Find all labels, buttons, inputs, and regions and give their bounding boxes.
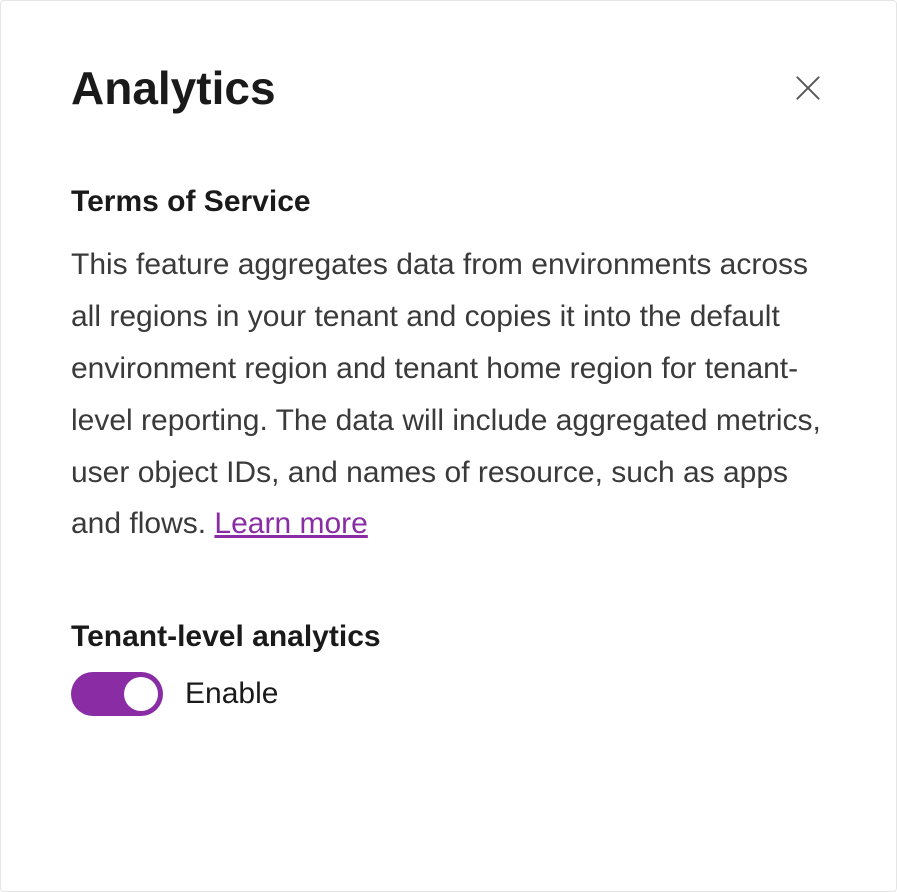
tenant-analytics-toggle[interactable] (71, 672, 163, 716)
close-button[interactable] (790, 70, 826, 106)
panel-title: Analytics (71, 61, 276, 115)
terms-body: This feature aggregates data from enviro… (71, 239, 826, 550)
terms-body-text: This feature aggregates data from enviro… (71, 248, 821, 540)
toggle-state-label: Enable (185, 677, 278, 711)
panel-header: Analytics (71, 61, 826, 115)
analytics-panel: Analytics Terms of Service This feature … (0, 0, 897, 892)
close-icon (792, 72, 824, 104)
toggle-heading: Tenant-level analytics (71, 620, 826, 654)
terms-heading: Terms of Service (71, 185, 826, 219)
learn-more-link[interactable]: Learn more (214, 507, 367, 540)
toggle-thumb (124, 677, 158, 711)
toggle-row: Enable (71, 672, 826, 716)
